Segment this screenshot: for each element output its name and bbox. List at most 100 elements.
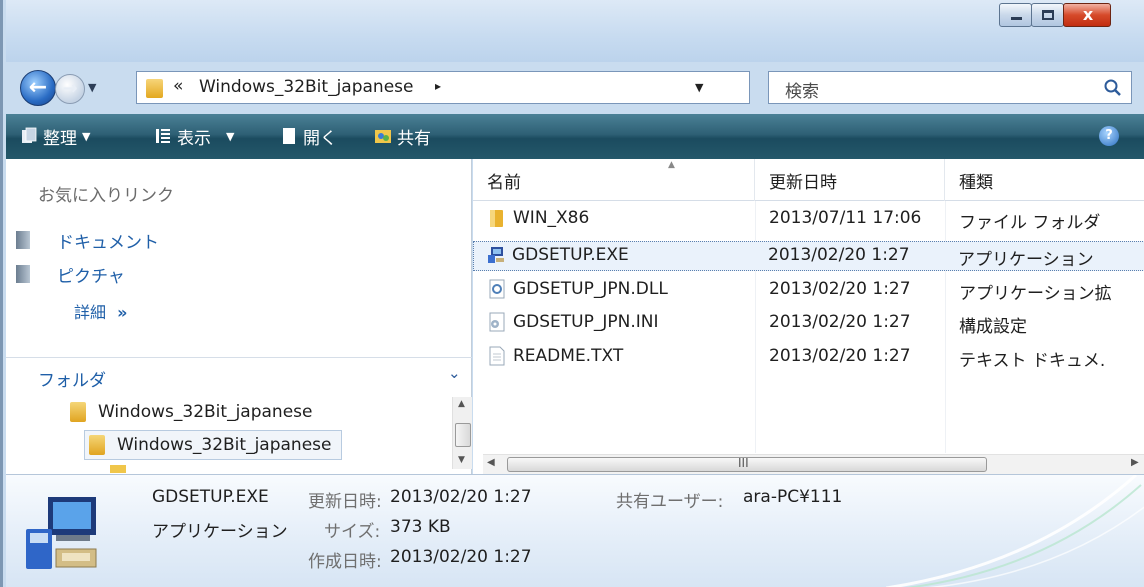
views-icon xyxy=(156,129,170,143)
more-links[interactable]: 詳細 » xyxy=(74,299,127,323)
column-header-modified[interactable]: 更新日時 xyxy=(755,159,945,201)
text-file-icon xyxy=(489,346,505,366)
minimize-icon xyxy=(1011,17,1022,20)
share-button[interactable]: 共有 xyxy=(374,124,431,149)
open-label: 開く xyxy=(303,128,337,149)
close-icon: x xyxy=(1082,5,1094,24)
folder-icon xyxy=(146,79,163,98)
scroll-up-icon[interactable]: ▲ xyxy=(458,399,465,409)
ini-icon xyxy=(489,312,505,332)
details-size-label: サイズ: xyxy=(324,522,381,542)
column-header-type[interactable]: 種類 xyxy=(945,159,1144,201)
folder-icon xyxy=(490,210,503,227)
favorite-label: ピクチャ xyxy=(57,266,125,287)
horizontal-scrollbar[interactable]: ◀ III ▶ xyxy=(483,454,1144,474)
organize-label: 整理 xyxy=(43,128,77,149)
documents-icon xyxy=(16,231,30,249)
application-icon xyxy=(488,247,504,263)
details-size-value: 373 KB xyxy=(390,517,451,537)
favorite-label: ドキュメント xyxy=(57,232,159,253)
file-modified: 2013/02/20 1:27 xyxy=(769,346,911,366)
file-modified: 2013/02/20 1:27 xyxy=(769,312,911,332)
search-input[interactable]: 検索 xyxy=(768,71,1132,104)
forward-arrow-icon: → xyxy=(62,78,78,99)
more-label: 詳細 xyxy=(74,303,107,322)
file-row[interactable]: GDSETUP_JPN.INI 2013/02/20 1:27 構成設定 xyxy=(473,308,1144,338)
recent-pages-dropdown[interactable]: ▼ xyxy=(88,81,104,95)
folder-icon xyxy=(70,402,86,422)
file-modified: 2013/02/20 1:27 xyxy=(769,279,911,299)
forward-button[interactable]: → xyxy=(55,74,85,104)
file-row-selected[interactable]: GDSETUP.EXE 2013/02/20 1:27 アプリケーション xyxy=(473,241,1144,271)
scrollbar-thumb[interactable] xyxy=(455,423,471,447)
search-placeholder: 検索 xyxy=(785,82,819,102)
organize-menu[interactable]: 整理 ▼ xyxy=(20,124,90,149)
back-arrow-icon: ← xyxy=(28,75,48,100)
chevron-down-icon: ▼ xyxy=(226,129,235,143)
address-dropdown-icon[interactable]: ▼ xyxy=(695,81,703,94)
column-header-name[interactable]: 名前 ▲ xyxy=(473,159,755,201)
details-file-name: GDSETUP.EXE xyxy=(152,487,269,507)
breadcrumb-overflow[interactable]: « xyxy=(173,76,183,96)
organize-icon xyxy=(22,127,37,143)
column-label: 更新日時 xyxy=(769,173,837,193)
file-modified: 2013/02/20 1:27 xyxy=(768,245,910,265)
column-label: 種類 xyxy=(959,173,993,193)
maximize-button[interactable] xyxy=(1031,3,1064,27)
tree-scrollbar[interactable]: ▲ ▼ xyxy=(452,397,472,469)
scroll-left-icon[interactable]: ◀ xyxy=(487,457,495,468)
chevron-down-icon[interactable]: ⌄ xyxy=(448,364,461,382)
file-modified: 2013/07/11 17:06 xyxy=(769,208,922,228)
details-created-value: 2013/02/20 1:27 xyxy=(390,547,532,567)
maximize-icon xyxy=(1042,10,1054,20)
details-pane: GDSETUP.EXE 更新日時: 2013/02/20 1:27 アプリケーシ… xyxy=(6,474,1144,587)
close-button[interactable]: x xyxy=(1063,3,1111,27)
folder-icon xyxy=(89,435,105,455)
file-row[interactable]: README.TXT 2013/02/20 1:27 テキスト ドキュメ. xyxy=(473,342,1144,372)
scrollbar-thumb[interactable]: III xyxy=(507,456,987,472)
open-icon xyxy=(283,128,295,144)
tree-item-label: Windows_32Bit_japanese xyxy=(98,402,313,422)
tree-item-folder-selected[interactable]: Windows_32Bit_japanese xyxy=(84,430,343,460)
share-icon xyxy=(375,130,391,143)
file-type: ファイル フォルダ xyxy=(959,213,1101,233)
breadcrumb-arrow-icon[interactable]: ▸ xyxy=(435,79,441,93)
open-button[interactable]: 開く xyxy=(280,124,337,149)
sort-ascending-icon: ▲ xyxy=(668,160,675,170)
views-label: 表示 xyxy=(177,128,211,149)
details-shared-label: 共有ユーザー: xyxy=(616,492,724,512)
scrollbar-grip: III xyxy=(738,456,749,470)
dll-icon xyxy=(489,279,505,299)
scroll-right-icon[interactable]: ▶ xyxy=(1131,457,1139,468)
details-file-type: アプリケーション xyxy=(152,522,288,542)
favorite-link-pictures[interactable]: ピクチャ xyxy=(16,261,125,287)
file-name: README.TXT xyxy=(513,346,624,366)
column-label: 名前 xyxy=(487,173,521,193)
file-row[interactable]: WIN_X86 2013/07/11 17:06 ファイル フォルダ xyxy=(473,204,1144,234)
folder-icon xyxy=(110,465,126,473)
search-icon[interactable] xyxy=(1103,78,1123,98)
favorites-title: お気に入りリンク xyxy=(38,186,174,206)
help-icon[interactable]: ? xyxy=(1099,126,1119,146)
back-button[interactable]: ← xyxy=(20,70,56,106)
folders-header[interactable]: フォルダ ⌄ xyxy=(6,357,472,397)
scroll-down-icon[interactable]: ▼ xyxy=(458,455,465,465)
tree-item-folder[interactable]: Windows_32Bit_japanese xyxy=(70,397,312,427)
file-name: WIN_X86 xyxy=(513,208,590,228)
favorite-link-documents[interactable]: ドキュメント xyxy=(16,227,159,253)
file-name: GDSETUP.EXE xyxy=(512,245,629,265)
file-type: アプリケーション xyxy=(958,250,1094,270)
details-modified-label: 更新日時: xyxy=(308,492,382,512)
details-modified-value: 2013/02/20 1:27 xyxy=(390,487,532,507)
breadcrumb-current[interactable]: Windows_32Bit_japanese xyxy=(199,77,413,97)
address-bar[interactable]: « Windows_32Bit_japanese ▸ ▼ ⇆ xyxy=(136,71,871,104)
minimize-button[interactable] xyxy=(999,3,1032,27)
tree-item-label: Windows_32Bit_japanese xyxy=(117,435,332,455)
share-label: 共有 xyxy=(397,128,431,149)
views-menu[interactable]: 表示 ▼ xyxy=(154,124,235,149)
more-chevron-icon: » xyxy=(117,303,128,322)
column-headers: 名前 ▲ 更新日時 種類 xyxy=(473,159,1144,201)
folders-title: フォルダ xyxy=(38,371,106,391)
title-bar: x ← → ▼ « Windows_32Bit_japanese ▸ ▼ ⇆ 検… xyxy=(6,0,1144,106)
file-row[interactable]: GDSETUP_JPN.DLL 2013/02/20 1:27 アプリケーション… xyxy=(473,275,1144,305)
